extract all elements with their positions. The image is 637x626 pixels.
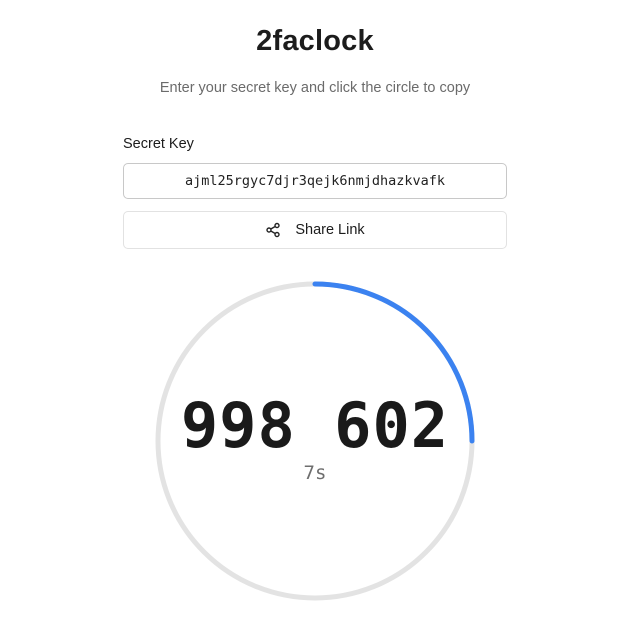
app-page: 2faclock Enter your secret key and click…: [0, 0, 637, 626]
page-title: 2faclock: [256, 25, 374, 57]
share-icon: [265, 222, 281, 238]
share-link-label: Share Link: [295, 222, 365, 238]
secret-key-label: Secret Key: [123, 136, 194, 152]
share-link-button[interactable]: Share Link: [123, 211, 507, 249]
totp-timer-circle[interactable]: 998 602 7s: [155, 281, 475, 601]
page-subtitle: Enter your secret key and click the circ…: [159, 80, 471, 96]
seconds-remaining: 7s: [303, 462, 327, 484]
secret-key-input[interactable]: [123, 163, 507, 199]
totp-code: 998 602: [180, 389, 450, 462]
